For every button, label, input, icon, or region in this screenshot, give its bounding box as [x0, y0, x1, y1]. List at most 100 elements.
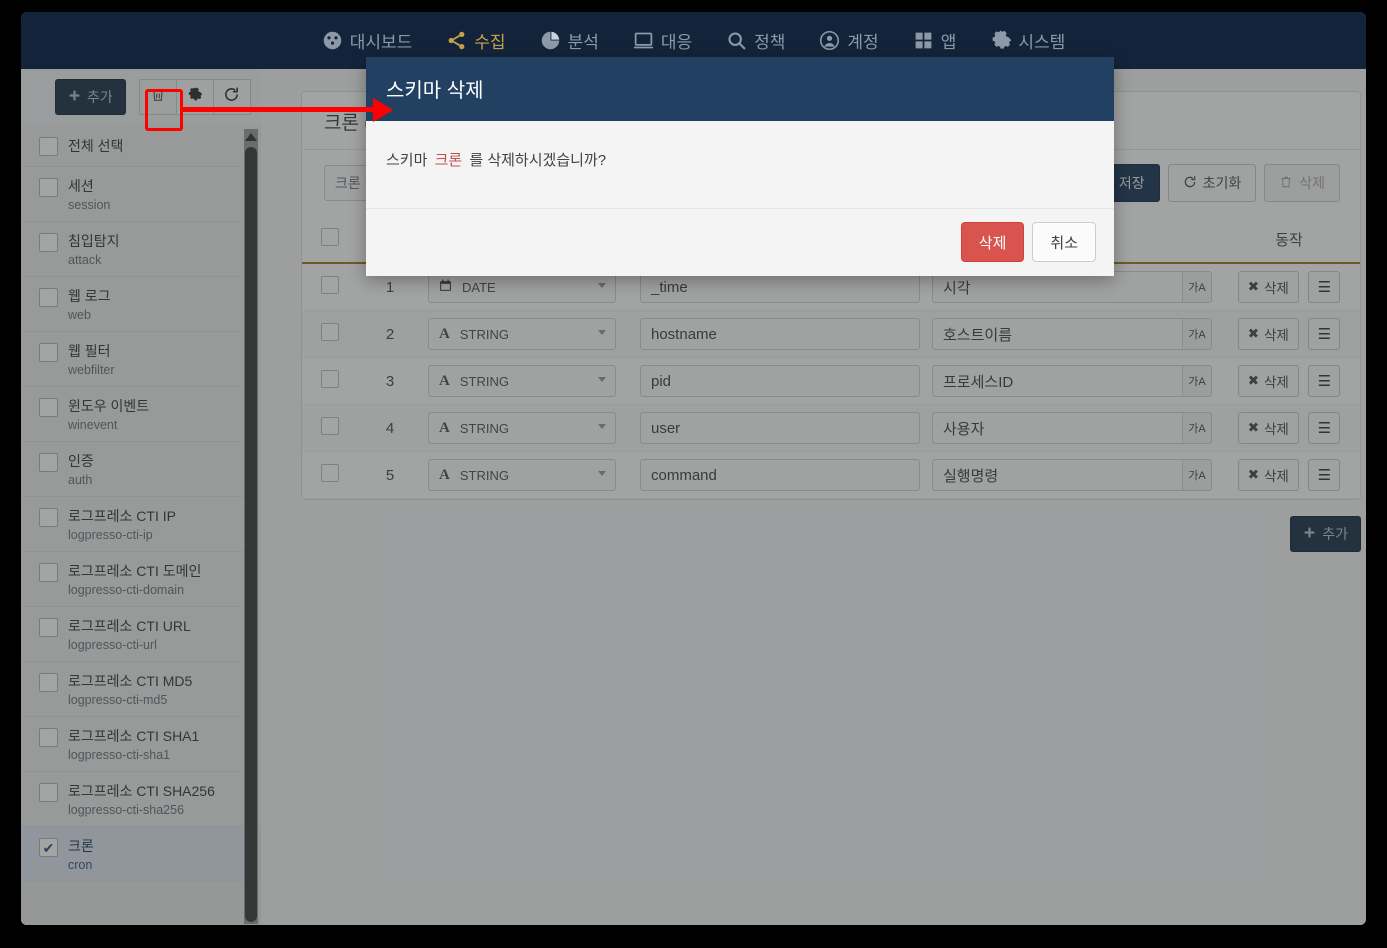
display-name-input[interactable]	[932, 412, 1212, 444]
list-item[interactable]: 인증 auth	[21, 442, 261, 497]
row-checkbox[interactable]	[39, 728, 58, 747]
language-toggle-icon[interactable]: 가A	[1182, 413, 1211, 443]
row-checkbox[interactable]	[321, 463, 339, 482]
row-display-cell: 가A	[926, 357, 1218, 405]
dialog-confirm-button[interactable]: 삭제	[960, 222, 1025, 262]
add-schema-button[interactable]: 추가	[55, 79, 126, 115]
row-menu-button[interactable]: ☰	[1308, 459, 1341, 491]
display-name-input[interactable]	[932, 459, 1212, 491]
language-toggle-icon[interactable]: 가A	[1182, 319, 1211, 349]
schema-list[interactable]: 전체 선택 세션 session 침입탐지 attack 웹 로그 web 웹 …	[21, 125, 261, 925]
dialog-message: 스키마 크론 를 삭제하시겠습니까?	[366, 121, 1114, 209]
row-delete-button[interactable]: ✖ 삭제	[1237, 365, 1299, 397]
table-row[interactable]: 4 A STRING user 사용자 가A ✖ 삭제 ☰	[302, 404, 1360, 452]
row-checkbox[interactable]	[321, 275, 339, 294]
text-icon: A	[439, 325, 450, 342]
language-toggle-icon[interactable]: 가A	[1182, 460, 1211, 490]
row-checkbox[interactable]	[39, 508, 58, 527]
list-item[interactable]: 로그프레소 CTI SHA1 logpresso-cti-sha1	[21, 717, 261, 772]
row-checkbox[interactable]	[321, 416, 339, 435]
header-action: 동작	[1218, 216, 1360, 264]
table-row[interactable]: 5 A STRING command 실행명령 가A ✖ 삭제 ☰	[302, 451, 1360, 499]
dialog-message-target: 크론	[434, 152, 463, 169]
type-select[interactable]: A STRING	[428, 365, 616, 397]
list-item[interactable]: 로그프레소 CTI IP logpresso-cti-ip	[21, 497, 261, 552]
row-select-cell[interactable]	[302, 357, 358, 405]
schema-id: auth	[68, 473, 93, 487]
display-name-input[interactable]	[932, 318, 1212, 350]
dialog-title: 스키마 삭제	[366, 57, 1114, 121]
row-type-cell: A STRING	[422, 310, 634, 358]
row-menu-button[interactable]: ☰	[1308, 412, 1341, 444]
field-name-input[interactable]	[640, 318, 920, 350]
type-select[interactable]: A STRING	[428, 459, 616, 491]
table-row[interactable]: 3 A STRING pid 프로세스ID 가A ✖ 삭제 ☰	[302, 357, 1360, 405]
dialog-message-after: 를 삭제하시겠습니까?	[469, 152, 607, 169]
dialog-cancel-button[interactable]: 취소	[1032, 222, 1096, 262]
table-row[interactable]: 2 A STRING hostname 호스트이름 가A ✖ 삭제 ☰	[302, 310, 1360, 358]
row-checkbox[interactable]	[39, 783, 58, 802]
list-item[interactable]: 세션 session	[21, 167, 261, 222]
row-action-cell: ✖ 삭제 ☰	[1218, 310, 1360, 358]
row-number: 5	[358, 451, 422, 499]
trash-icon	[1279, 175, 1293, 192]
row-delete-button[interactable]: ✖ 삭제	[1237, 412, 1299, 444]
select-all-checkbox[interactable]	[39, 137, 58, 156]
close-icon: ✖	[1247, 279, 1259, 294]
schema-id: session	[68, 198, 111, 212]
list-item[interactable]: 윈도우 이벤트 winevent	[21, 387, 261, 442]
display-name-input[interactable]	[932, 365, 1212, 397]
list-item[interactable]: 웹 로그 web	[21, 277, 261, 332]
sidebar-item-select-all[interactable]: 전체 선택	[21, 125, 261, 167]
row-checkbox[interactable]	[39, 343, 58, 362]
row-menu-button[interactable]: ☰	[1308, 271, 1341, 303]
row-delete-button[interactable]: ✖ 삭제	[1237, 459, 1299, 491]
language-toggle-icon[interactable]: 가A	[1182, 366, 1211, 396]
row-checkbox[interactable]	[321, 369, 339, 388]
sidebar-scrollbar-thumb[interactable]	[245, 147, 257, 922]
schema-name: 웹 로그	[68, 288, 111, 304]
row-delete-button[interactable]: ✖ 삭제	[1237, 318, 1299, 350]
list-item[interactable]: 로그프레소 CTI MD5 logpresso-cti-md5	[21, 662, 261, 717]
select-all-rows-checkbox[interactable]	[321, 228, 339, 246]
nav-label: 수집	[474, 33, 506, 52]
row-checkbox[interactable]	[39, 453, 58, 472]
list-item-selected[interactable]: 크론 cron	[21, 827, 261, 882]
delete-button[interactable]: 삭제	[1264, 164, 1340, 202]
row-select-cell[interactable]	[302, 451, 358, 499]
row-select-cell[interactable]	[302, 263, 358, 311]
reset-button[interactable]: 초기화	[1167, 164, 1257, 202]
row-checkbox[interactable]	[321, 322, 339, 341]
plus-icon	[68, 89, 81, 105]
field-name-input[interactable]	[640, 412, 920, 444]
list-item[interactable]: 로그프레소 CTI 도메인 logpresso-cti-domain	[21, 552, 261, 607]
type-select[interactable]: A STRING	[428, 318, 616, 350]
list-item[interactable]: 로그프레소 CTI SHA256 logpresso-cti-sha256	[21, 772, 261, 827]
field-name-input[interactable]	[640, 365, 920, 397]
list-item[interactable]: 웹 필터 webfilter	[21, 332, 261, 387]
type-value: STRING	[459, 467, 509, 483]
header-select-all[interactable]	[302, 216, 358, 264]
row-menu-button[interactable]: ☰	[1308, 318, 1341, 350]
row-checkbox[interactable]	[39, 618, 58, 637]
row-delete-button[interactable]: ✖ 삭제	[1237, 271, 1299, 303]
add-field-button[interactable]: 추가	[1290, 516, 1361, 552]
field-name-input[interactable]	[640, 459, 920, 491]
row-checkbox[interactable]	[39, 673, 58, 692]
row-checkbox[interactable]	[39, 398, 58, 417]
row-checkbox[interactable]	[39, 288, 58, 307]
row-checkbox[interactable]	[39, 838, 58, 857]
type-select[interactable]: A STRING	[428, 412, 616, 444]
list-item[interactable]: 침입탐지 attack	[21, 222, 261, 277]
row-menu-button[interactable]: ☰	[1308, 365, 1341, 397]
row-select-cell[interactable]	[302, 404, 358, 452]
language-toggle-icon[interactable]: 가A	[1182, 272, 1211, 302]
scroll-up-icon[interactable]	[244, 129, 258, 145]
row-select-cell[interactable]	[302, 310, 358, 358]
row-checkbox[interactable]	[39, 178, 58, 197]
row-checkbox[interactable]	[39, 563, 58, 582]
list-item[interactable]: 로그프레소 CTI URL logpresso-cti-url	[21, 607, 261, 662]
schema-id: logpresso-cti-domain	[68, 583, 185, 597]
row-type-cell: A STRING	[422, 357, 634, 405]
row-checkbox[interactable]	[39, 233, 58, 252]
